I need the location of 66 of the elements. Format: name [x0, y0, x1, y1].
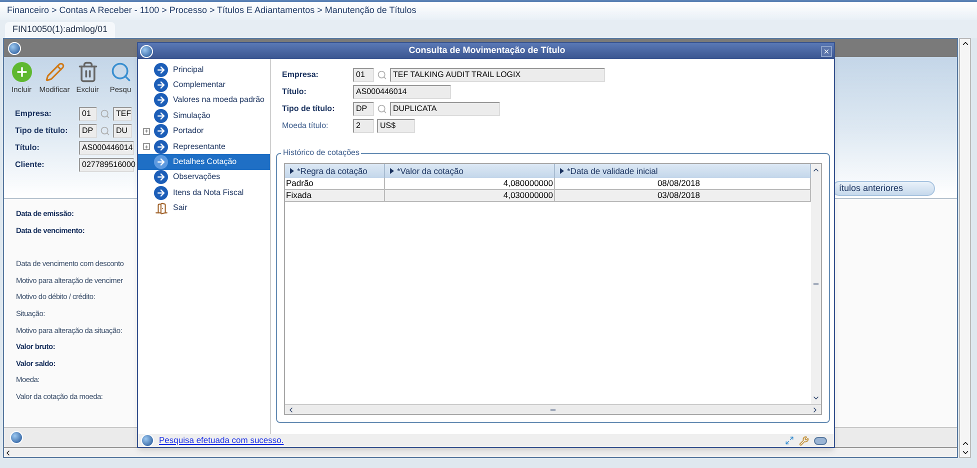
tree-item[interactable]: Detalhes Cotação: [138, 154, 270, 170]
resize-icon[interactable]: [785, 436, 794, 445]
field-label: Título:: [282, 86, 308, 98]
close-button[interactable]: [821, 46, 832, 56]
expand-icon[interactable]: [142, 143, 150, 150]
sort-icon: [290, 168, 294, 174]
text-field[interactable]: 027789516000: [79, 158, 134, 172]
description-field[interactable]: DU: [113, 124, 132, 138]
code-field[interactable]: DP: [353, 102, 374, 116]
scroll-right-icon[interactable]: [811, 406, 819, 414]
field-label: Empresa:: [282, 69, 320, 81]
field-label: Título:: [15, 142, 40, 154]
sort-icon: [390, 168, 394, 174]
field-label: Moeda título:: [282, 120, 330, 132]
table-cell: Padrão: [285, 178, 385, 189]
horizontal-scrollbar[interactable]: [285, 404, 821, 414]
field-label: Cliente:: [15, 159, 46, 172]
code-field[interactable]: DP: [79, 124, 97, 138]
vertical-scrollbar[interactable]: [959, 38, 971, 458]
breadcrumb: Financeiro > Contas A Receber - 1100 > Processo > Títulos E Adiantamentos > Manutenção de Títulos: [7, 4, 416, 18]
description-field[interactable]: TEF TALKING AUDIT TRAIL LOGIX: [390, 68, 605, 82]
tree-item[interactable]: Complementar: [138, 77, 270, 93]
scroll-down-icon[interactable]: [812, 394, 820, 402]
logo-icon: [8, 42, 21, 54]
tab[interactable]: FIN10050(1):admlog/01: [5, 22, 115, 38]
tree-item[interactable]: Portador: [138, 124, 270, 139]
sort-icon: [560, 168, 564, 174]
tree-item[interactable]: Principal: [138, 62, 270, 78]
scroll-down-icon[interactable]: [960, 448, 970, 457]
tree-item[interactable]: Sair: [138, 200, 270, 216]
description-field[interactable]: US$: [377, 119, 415, 133]
table-cell: 4,030000000: [385, 190, 555, 201]
description-field[interactable]: DUPLICATA: [390, 102, 500, 116]
group-title: Histórico de cotações: [281, 147, 362, 159]
expand-icon[interactable]: [142, 128, 150, 135]
logo-icon: [140, 44, 153, 58]
code-field[interactable]: 01: [79, 107, 97, 122]
description-field[interactable]: TEF: [113, 107, 132, 122]
code-field[interactable]: 2: [353, 119, 374, 133]
logo-icon: [10, 431, 23, 444]
scroll-left-icon[interactable]: [4, 448, 12, 456]
wrench-icon[interactable]: [799, 436, 809, 446]
door-icon: [154, 201, 168, 216]
code-field[interactable]: 01: [353, 68, 374, 82]
text-field[interactable]: AS000446014: [79, 141, 134, 156]
table-cell: 4,080000000: [385, 178, 555, 189]
field-label: Tipo de título:: [282, 103, 336, 115]
scroll-up-icon[interactable]: [960, 439, 970, 448]
field-label: Empresa:: [15, 108, 52, 120]
table-cell: Fixada: [285, 190, 385, 201]
tree-item[interactable]: Valores na moeda padrão: [138, 92, 270, 108]
status-message: Pesquisa efetuada com sucesso.: [159, 434, 285, 447]
close-icon: [823, 48, 830, 54]
scroll-left-icon[interactable]: [287, 406, 295, 414]
scroll-up-icon[interactable]: [812, 166, 820, 174]
scroll-up-icon[interactable]: [960, 39, 970, 48]
horizontal-scrollbar[interactable]: [4, 447, 957, 457]
tree-item[interactable]: Simulação: [138, 108, 270, 124]
text-field[interactable]: AS000446014: [353, 85, 451, 99]
field-label: Tipo de título:: [15, 125, 69, 138]
tree-item[interactable]: Representante: [138, 138, 270, 154]
previous-titles-button[interactable]: ítulos anteriores: [832, 181, 935, 196]
tree-item[interactable]: Observações: [138, 170, 270, 186]
vertical-scrollbar[interactable]: [811, 164, 821, 404]
tree-item[interactable]: Itens da Nota Fiscal: [138, 185, 270, 201]
dialog-title: Consulta de Movimentação de Título: [408, 44, 566, 58]
